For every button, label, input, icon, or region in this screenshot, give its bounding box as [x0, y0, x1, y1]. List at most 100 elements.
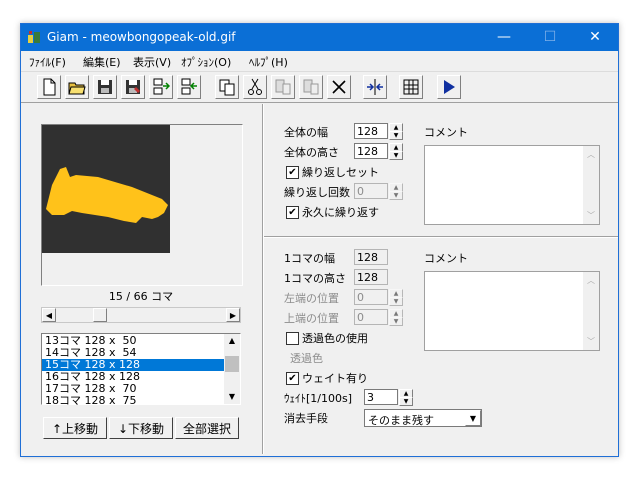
global-height-input[interactable]: 128: [354, 143, 388, 159]
frame-top-input[interactable]: 0: [354, 309, 388, 325]
loop-forever-label: 永久に繰り返す: [302, 206, 379, 219]
frame-list[interactable]: 13コマ 128 x 50 14コマ 128 x 54 15コマ 128 x 128…: [41, 333, 241, 407]
disposal-select[interactable]: そのまま残す ▼: [364, 409, 482, 427]
open-button[interactable]: [65, 75, 89, 99]
loop-set-label: 繰り返しセット: [302, 166, 379, 179]
frame-comment-textarea[interactable]: ︿ ﹀: [424, 271, 600, 351]
list-scroll-up-icon[interactable]: ▲: [224, 334, 240, 348]
global-height-label: 全体の高さ: [284, 146, 339, 159]
global-comment-textarea[interactable]: ︿ ﹀: [424, 145, 600, 225]
menu-help[interactable]: ﾍﾙﾌﾟ(H): [249, 54, 288, 70]
menu-file[interactable]: ﾌｧｲﾙ(F): [29, 54, 66, 70]
loop-count-label: 繰り返し回数: [284, 186, 350, 199]
delete-button[interactable]: [327, 75, 351, 99]
play-icon: [444, 80, 455, 94]
loop-count-spinner[interactable]: ▲ ▼: [389, 183, 403, 200]
scroll-left-arrow[interactable]: ◀: [42, 308, 56, 322]
app-icon: [28, 31, 40, 43]
menu-bar: ﾌｧｲﾙ(F) 編集(E) 表示(V) ｵﾌﾟｼｮﾝ(O) ﾍﾙﾌﾟ(H): [21, 51, 618, 72]
transparent-color-label: 透過色: [290, 352, 323, 365]
insert-frame-button[interactable]: [149, 75, 173, 99]
save-as-icon: [126, 80, 140, 94]
frame-list-item[interactable]: 18コマ 128 x 75: [42, 395, 224, 407]
list-scroll-down-icon[interactable]: ▼: [224, 390, 240, 404]
preview-frame: [41, 124, 243, 286]
fit-size-icon: [367, 79, 383, 95]
wait-value-input[interactable]: 3: [364, 389, 398, 405]
frame-height-label: 1コマの高さ: [284, 272, 346, 285]
menu-view[interactable]: 表示(V): [133, 54, 171, 70]
transparent-checkbox[interactable]: [286, 332, 299, 345]
frame-height-value: 128: [354, 269, 388, 285]
global-width-input[interactable]: 128: [354, 123, 388, 139]
scroll-thumb[interactable]: [93, 308, 107, 322]
grid-icon: [403, 79, 419, 95]
move-up-button[interactable]: ↑上移動: [43, 417, 107, 439]
scroll-right-arrow[interactable]: ▶: [226, 308, 240, 322]
loop-count-input[interactable]: 0: [354, 183, 388, 199]
scroll-down-icon: ﹀: [587, 337, 595, 346]
app-window: Giam - meowbongopeak-old.gif — ☐ ✕ ﾌｧｲﾙ(…: [20, 23, 619, 457]
frame-left-label: 左端の位置: [284, 292, 339, 305]
frame-left-spinner[interactable]: ▲ ▼: [389, 289, 403, 306]
frame-top-spinner[interactable]: ▲ ▼: [389, 309, 403, 326]
global-comment-label: コメント: [424, 126, 468, 139]
toolbar: [21, 72, 618, 103]
wait-checkbox[interactable]: ✔: [286, 372, 299, 385]
close-button[interactable]: ✕: [572, 24, 618, 51]
frame-list-scrollbar[interactable]: ▲ ▼: [224, 334, 240, 404]
disposal-selected-value: そのまま残す: [368, 414, 434, 427]
scissors-icon: [248, 78, 262, 95]
move-down-button[interactable]: ↓下移動: [109, 417, 173, 439]
section-divider: [264, 236, 618, 238]
disposal-label: 消去手段: [284, 412, 328, 425]
copy-button[interactable]: [215, 75, 239, 99]
frame-comment-scrollbar[interactable]: ︿ ﹀: [583, 272, 599, 350]
cut-button[interactable]: [243, 75, 267, 99]
loop-forever-checkbox[interactable]: ✔: [286, 206, 299, 219]
list-scroll-thumb[interactable]: [225, 356, 239, 372]
frame-top-label: 上端の位置: [284, 312, 339, 325]
minimize-button[interactable]: —: [481, 24, 527, 51]
insert-frame-icon: [153, 78, 170, 95]
open-folder-icon: [68, 82, 86, 95]
wait-label: ウェイト有り: [302, 372, 368, 385]
paste-before-button[interactable]: [271, 75, 295, 99]
title-bar[interactable]: Giam - meowbongopeak-old.gif — ☐ ✕: [21, 24, 618, 51]
new-button[interactable]: [37, 75, 61, 99]
select-all-button[interactable]: 全部選択: [175, 417, 239, 439]
paste-before-icon: [275, 79, 291, 95]
save-button[interactable]: [93, 75, 117, 99]
add-frame-icon: [181, 78, 197, 95]
scroll-up-icon: ︿: [587, 150, 595, 159]
global-height-spinner[interactable]: ▲ ▼: [389, 143, 403, 160]
save-as-button[interactable]: [121, 75, 145, 99]
maximize-button[interactable]: ☐: [527, 24, 573, 51]
window-title: Giam - meowbongopeak-old.gif: [47, 30, 236, 44]
chevron-down-icon[interactable]: ▼: [465, 410, 481, 426]
panel-divider: [262, 104, 264, 454]
paste-after-icon: [303, 79, 319, 95]
delete-x-icon: [332, 80, 346, 94]
copy-icon: [219, 79, 235, 96]
menu-edit[interactable]: 編集(E): [83, 54, 121, 70]
grid-button[interactable]: [399, 75, 423, 99]
preview-image: [42, 125, 170, 253]
paste-after-button[interactable]: [299, 75, 323, 99]
global-width-spinner[interactable]: ▲ ▼: [389, 123, 403, 140]
add-frame-button[interactable]: [177, 75, 201, 99]
frame-left-input[interactable]: 0: [354, 289, 388, 305]
play-button[interactable]: [437, 75, 461, 99]
global-comment-scrollbar[interactable]: ︿ ﹀: [583, 146, 599, 224]
frame-counter: 15 / 66 コマ: [108, 290, 174, 303]
loop-set-checkbox[interactable]: ✔: [286, 166, 299, 179]
frame-scrollbar[interactable]: ◀ ▶: [41, 307, 241, 323]
frame-width-value: 128: [354, 249, 388, 265]
wait-value-spinner[interactable]: ▲ ▼: [399, 389, 413, 406]
scroll-down-icon: ﹀: [587, 211, 595, 220]
fit-size-button[interactable]: [363, 75, 387, 99]
menu-options[interactable]: ｵﾌﾟｼｮﾝ(O): [181, 54, 231, 70]
new-file-icon: [43, 78, 56, 96]
global-width-label: 全体の幅: [284, 126, 328, 139]
floppy-icon: [98, 80, 112, 94]
